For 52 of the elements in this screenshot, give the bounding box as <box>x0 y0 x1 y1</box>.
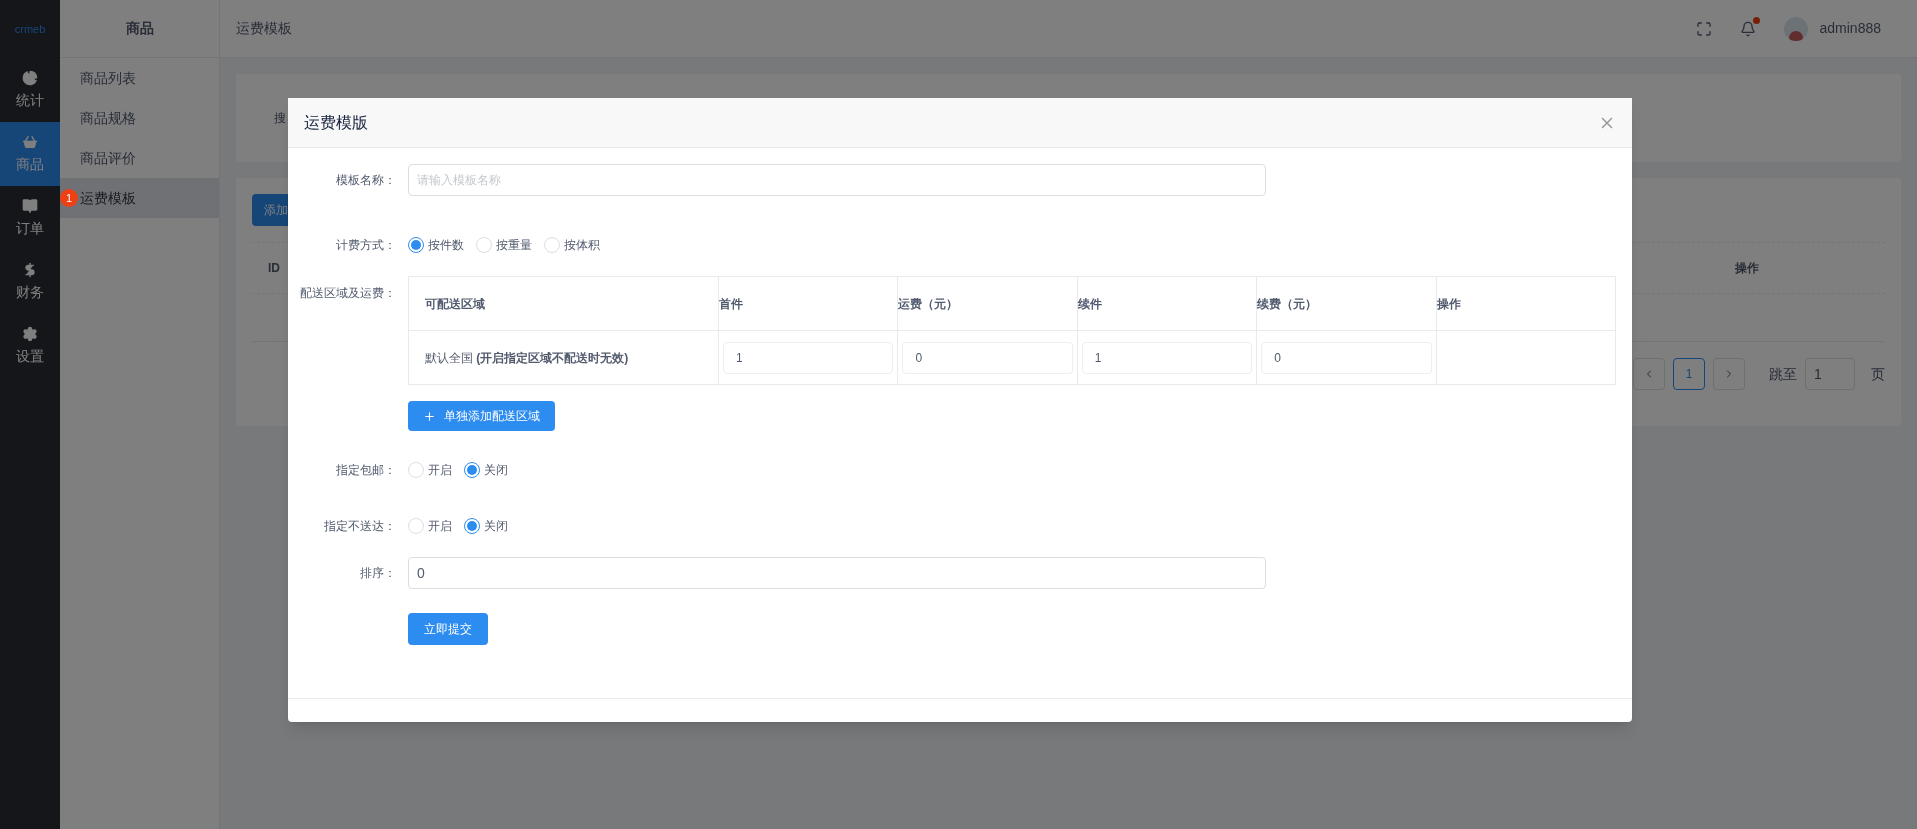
fullscreen-icon[interactable] <box>1695 20 1712 37</box>
nav-item[interactable]: 财务 <box>0 250 60 314</box>
fee-input-field[interactable]: 0 <box>1261 341 1432 374</box>
page-jump-field[interactable]: 1 <box>1805 358 1855 390</box>
column-header: 续费（元） <box>1256 276 1437 331</box>
basket-icon <box>22 133 38 150</box>
page-button[interactable]: 1 <box>1673 358 1705 390</box>
form-label: 指定包邮： <box>335 462 397 479</box>
radio-option[interactable]: 按体积 <box>544 236 600 254</box>
form-label: 排序： <box>359 565 397 582</box>
plus-icon <box>423 409 436 423</box>
nav-item[interactable]: 订单 <box>0 186 60 250</box>
column-header: 操作 <box>1735 260 1759 277</box>
form-label: 指定不送达： <box>323 518 397 535</box>
modal-title: 运费模版 <box>304 112 368 133</box>
nav-item[interactable]: 商品 <box>0 122 60 186</box>
column-header: 首件 <box>718 276 898 331</box>
page-unit: 页 <box>1871 364 1885 384</box>
sort-field[interactable]: 0 <box>408 557 1266 589</box>
avatar[interactable] <box>1783 16 1808 41</box>
column-header: 运费（元） <box>898 276 1078 331</box>
username[interactable]: admin888 <box>1819 18 1881 39</box>
jump-label: 跳至 <box>1769 364 1797 384</box>
book-icon <box>22 197 38 214</box>
radio-option[interactable]: 关闭 <box>464 517 508 535</box>
pie-chart-icon <box>22 69 38 86</box>
column-header: 可配送区域 <box>408 276 719 331</box>
search-label: 搜 <box>274 110 286 127</box>
fee-input-field[interactable]: 1 <box>1081 341 1253 374</box>
column-header: ID <box>268 260 280 277</box>
previous-page-button[interactable] <box>1633 358 1665 390</box>
nav-item[interactable]: 统计 <box>0 58 60 122</box>
gear-icon <box>22 325 38 342</box>
form-label: 模板名称： <box>335 172 397 189</box>
table-cell: 默认全国 (开启指定区域不配送时无效) <box>408 330 719 385</box>
column-header: 续件 <box>1077 276 1257 331</box>
breadcrumb[interactable]: 运费模板 <box>236 18 292 39</box>
radio-option[interactable]: 开启 <box>408 517 452 535</box>
submit-button[interactable]: 立即提交 <box>408 613 488 645</box>
radio-option[interactable]: 开启 <box>408 461 452 479</box>
nav-item[interactable]: 设置 <box>0 314 60 378</box>
form-label: 配送区域及运费： <box>299 285 397 302</box>
fee-input-field[interactable]: 0 <box>902 341 1073 374</box>
form-label: 计费方式： <box>335 237 397 254</box>
add-region-button[interactable]: 单独添加配送区域 <box>408 401 555 431</box>
radio-option[interactable]: 按重量 <box>476 236 532 254</box>
dollar-icon <box>22 261 38 278</box>
radio-option[interactable]: 按件数 <box>408 236 464 254</box>
column-header: 操作 <box>1436 276 1616 331</box>
fee-input-field[interactable]: 1 <box>723 341 894 374</box>
logo: crmeb <box>13 21 47 37</box>
radio-option[interactable]: 关闭 <box>464 461 508 479</box>
